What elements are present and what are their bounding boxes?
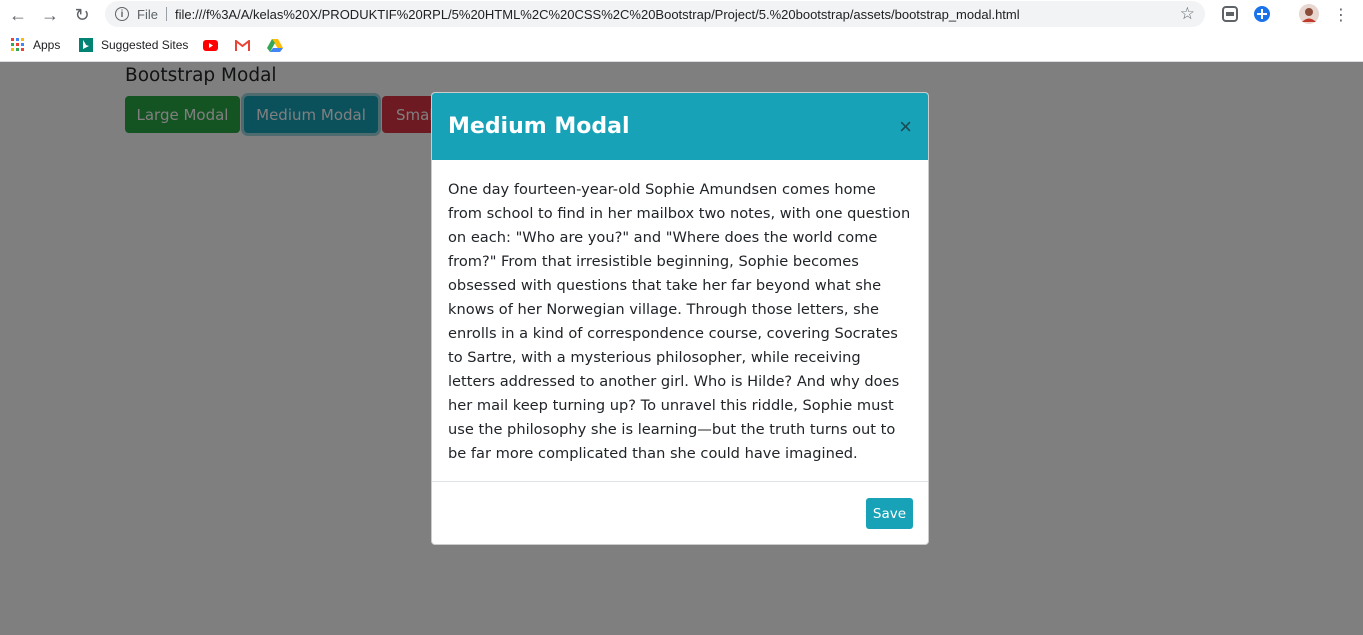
apps-grid-icon (11, 38, 24, 51)
bookmark-label: Suggested Sites (101, 38, 189, 52)
browser-toolbar: ← → ↻ i File file:///f%3A/A/kelas%20X/PR… (0, 0, 1363, 30)
save-button[interactable]: Save (866, 498, 913, 529)
add-extension-icon[interactable] (1253, 5, 1271, 23)
medium-modal-dialog: Medium Modal × One day fourteen-year-old… (431, 92, 929, 545)
address-bar[interactable]: i File file:///f%3A/A/kelas%20X/PRODUKTI… (105, 1, 1205, 27)
gmail-icon[interactable] (235, 40, 250, 51)
modal-body-text: One day fourteen-year-old Sophie Amundse… (432, 160, 928, 482)
menu-kebab-icon[interactable]: ⋮ (1329, 3, 1353, 27)
reload-icon[interactable]: ↻ (70, 3, 94, 27)
modal-footer: Save (432, 482, 928, 544)
bookmark-label: Apps (33, 38, 61, 52)
bookmarks-bar: Apps Suggested Sites (0, 30, 1363, 62)
close-icon[interactable]: × (899, 115, 912, 138)
url-text[interactable]: file:///f%3A/A/kelas%20X/PRODUKTIF%20RPL… (175, 7, 1020, 22)
star-icon[interactable]: ☆ (1180, 4, 1195, 24)
profile-avatar-icon[interactable] (1299, 4, 1319, 24)
bookmark-suggested-sites[interactable]: Suggested Sites (79, 38, 188, 52)
forward-arrow-icon[interactable]: → (38, 3, 62, 27)
divider (165, 7, 167, 21)
file-label: File (137, 6, 158, 22)
modal-header: Medium Modal × (432, 93, 928, 160)
info-icon[interactable]: i (115, 7, 129, 21)
google-drive-icon[interactable] (267, 39, 283, 52)
youtube-icon[interactable] (203, 40, 218, 51)
bing-icon (79, 38, 93, 52)
bookmark-apps[interactable]: Apps (11, 38, 60, 52)
back-arrow-icon[interactable]: ← (6, 3, 30, 27)
modal-title: Medium Modal (448, 114, 630, 139)
extension-icon[interactable] (1221, 5, 1239, 23)
